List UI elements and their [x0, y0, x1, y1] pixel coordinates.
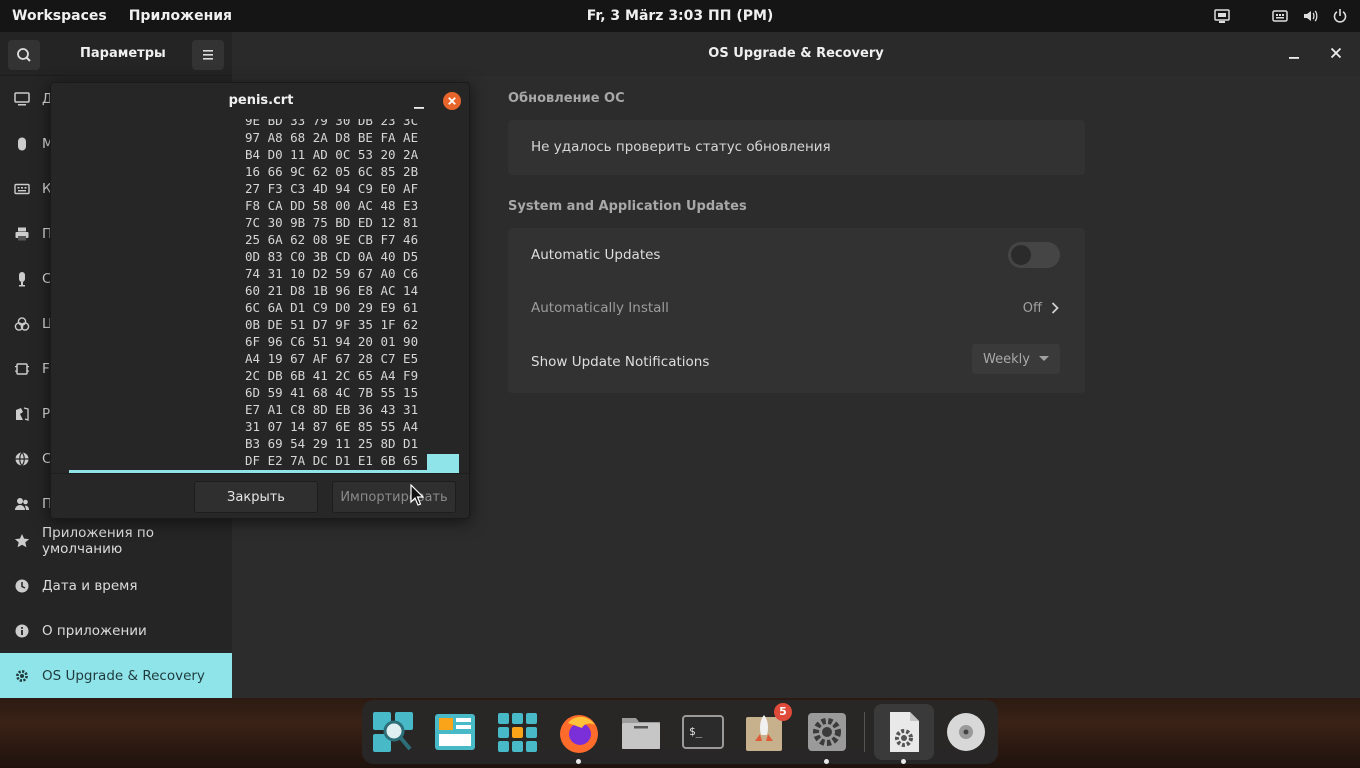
dialog-footer: Закрыть Импортировать — [51, 473, 469, 518]
workspaces-button[interactable]: Workspaces — [12, 8, 107, 24]
certificate-viewer-icon — [890, 712, 919, 752]
settings-icon — [808, 713, 846, 751]
auto-install-label: Automatically Install — [531, 300, 669, 316]
dock: $_ 5 — [362, 700, 998, 764]
dock-item-pop-shop[interactable]: 5 — [742, 703, 792, 755]
terminal-icon: $_ — [682, 715, 724, 749]
gear-icon — [14, 668, 30, 684]
close-dialog-button[interactable]: Закрыть — [194, 481, 318, 513]
sidebar-header: Параметры — [0, 32, 232, 76]
dialog-minimize-button[interactable] — [413, 95, 425, 109]
star-icon — [14, 533, 30, 549]
running-indicator — [901, 759, 906, 764]
minimize-icon — [414, 107, 424, 109]
applications-button[interactable]: Приложения — [129, 8, 232, 24]
page-title: OS Upgrade & Recovery — [708, 46, 884, 61]
sound-icon — [14, 271, 30, 287]
color-icon — [14, 316, 30, 332]
top-bar: Workspaces Приложения Fr, 3 März 3:03 ПП… — [0, 0, 1360, 32]
window-tiling-icon[interactable] — [1214, 8, 1230, 24]
notifications-dropdown[interactable]: Weekly — [972, 344, 1060, 374]
sidebar-item-label: О приложении — [42, 622, 147, 639]
sidebar-item-label: Р — [42, 405, 51, 422]
main-header: OS Upgrade & Recovery — [232, 32, 1360, 76]
hex-content-view[interactable]: 9E BD 33 79 30 DB 23 3C 97 A8 68 2A D8 B… — [69, 119, 459, 473]
running-indicator — [576, 759, 581, 764]
os-update-card: Не удалось проверить статус обновления — [508, 120, 1085, 175]
auto-install-row-action[interactable]: Off — [1023, 296, 1060, 320]
region-icon — [14, 406, 30, 422]
volume-icon[interactable] — [1302, 8, 1318, 24]
close-icon — [1330, 47, 1342, 59]
sidebar-title: Параметры — [80, 46, 166, 61]
close-icon — [448, 97, 456, 105]
updates-heading: System and Application Updates — [508, 199, 747, 214]
notifications-value: Weekly — [983, 351, 1030, 367]
sidebar-item-date-time[interactable]: Дата и время — [0, 563, 232, 608]
dock-item-files[interactable] — [432, 709, 478, 755]
text-cursor-selection — [427, 454, 459, 473]
svg-text:$_: $_ — [689, 725, 703, 738]
network-icon — [14, 451, 30, 467]
users-icon — [14, 496, 30, 512]
disks-icon — [947, 713, 985, 751]
menu-button[interactable] — [192, 40, 224, 70]
sidebar-item-os-upgrade[interactable]: OS Upgrade & Recovery — [0, 653, 232, 698]
dock-item-firefox[interactable] — [556, 709, 602, 764]
info-icon — [14, 623, 30, 639]
dock-item-certificate-viewer[interactable] — [881, 709, 927, 764]
keyboard-icon — [14, 181, 30, 197]
notifications-label: Show Update Notifications — [531, 354, 710, 370]
chevron-right-icon — [1051, 302, 1059, 314]
dock-item-disks[interactable] — [943, 709, 989, 755]
mouse-icon — [14, 136, 30, 152]
auto-install-value: Off — [1022, 300, 1042, 316]
clock-icon — [14, 578, 30, 594]
dock-separator — [864, 712, 865, 752]
search-icon — [17, 48, 31, 62]
dialog-title: penis.crt — [228, 93, 294, 108]
import-button[interactable]: Импортировать — [332, 481, 456, 513]
keyboard-layout-icon[interactable] — [1272, 8, 1288, 24]
hex-lines: 9E BD 33 79 30 DB 23 3C 97 A8 68 2A D8 B… — [245, 119, 419, 468]
sidebar-item-label: Дата и время — [42, 577, 138, 594]
search-app-icon — [373, 712, 413, 752]
toggle-knob — [1011, 245, 1031, 265]
automatic-updates-toggle[interactable] — [1008, 242, 1060, 268]
sidebar-item-label: OS Upgrade & Recovery — [42, 667, 205, 684]
minimize-button[interactable] — [1286, 46, 1302, 62]
automatic-updates-label: Automatic Updates — [531, 247, 661, 263]
printer-icon — [14, 226, 30, 242]
dock-item-terminal[interactable]: $_ — [680, 709, 726, 755]
display-icon — [14, 91, 30, 107]
sidebar-item-default-apps[interactable]: Приложения по умолчанию — [0, 518, 232, 563]
sidebar-item-label: F — [42, 360, 50, 377]
sidebar-item-about[interactable]: О приложении — [0, 608, 232, 653]
mouse-pointer — [410, 483, 425, 506]
hamburger-icon — [203, 50, 213, 60]
os-update-status: Не удалось проверить статус обновления — [531, 139, 831, 155]
dock-item-file-manager[interactable] — [618, 709, 664, 755]
file-manager-icon — [622, 718, 660, 749]
firefox-icon — [560, 715, 598, 753]
dock-item-settings[interactable] — [804, 709, 850, 764]
files-app-icon — [435, 714, 475, 750]
sidebar-item-label: Приложения по умолчанию — [42, 524, 154, 557]
notification-badge: 5 — [774, 703, 792, 721]
certificate-dialog: penis.crt 9E BD 33 79 30 DB 23 3C 97 A8 … — [50, 82, 470, 519]
close-button[interactable] — [1328, 45, 1344, 61]
dialog-close-button[interactable] — [443, 92, 461, 110]
updates-card: Automatic Updates Automatically Install … — [508, 228, 1085, 393]
dock-item-search[interactable] — [370, 709, 416, 755]
minimize-icon — [1289, 57, 1299, 59]
os-update-heading: Обновление ОС — [508, 91, 625, 106]
clock[interactable]: Fr, 3 März 3:03 ПП (PM) — [587, 8, 774, 24]
app-grid-icon — [498, 713, 537, 752]
running-indicator — [824, 759, 829, 764]
firmware-icon — [14, 361, 30, 377]
search-button[interactable] — [8, 40, 40, 70]
dock-item-app-grid[interactable] — [494, 709, 540, 755]
power-icon[interactable] — [1332, 8, 1348, 24]
chevron-down-icon — [1039, 356, 1049, 361]
